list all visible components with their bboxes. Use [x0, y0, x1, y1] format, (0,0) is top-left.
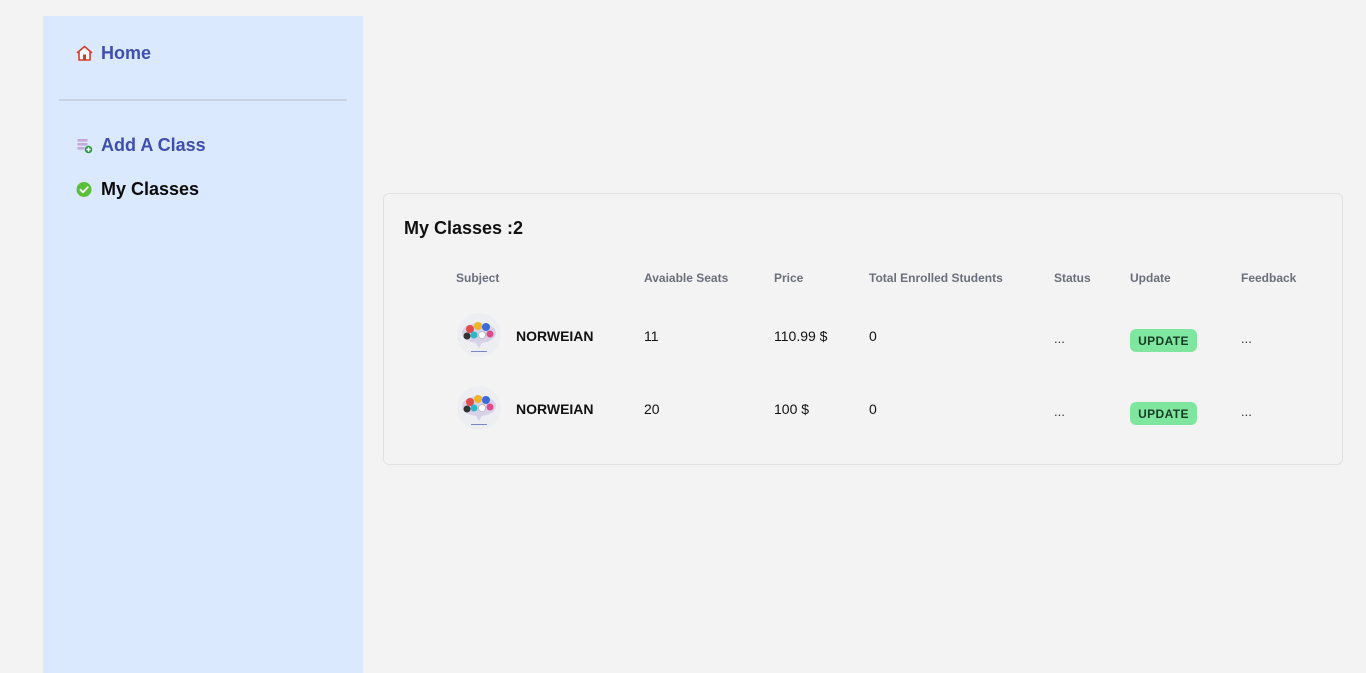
header-status: Status — [1054, 271, 1091, 285]
check-circle-icon — [76, 181, 93, 198]
nav-add-class-label: Add A Class — [101, 135, 206, 155]
header-subject: Subject — [456, 271, 500, 285]
feedback-value: ... — [1241, 331, 1252, 346]
feedback-value: ... — [1241, 404, 1252, 419]
subject-name: NORWEIAN — [516, 401, 594, 417]
sidebar: Home Add A Class My Classes — [43, 16, 363, 673]
header-feedback: Feedback — [1241, 271, 1297, 285]
sidebar-divider — [59, 99, 347, 101]
enrolled-students-value: 0 — [869, 401, 877, 417]
update-button[interactable]: UPDATE — [1130, 402, 1197, 425]
nav-my-classes-link[interactable]: My Classes — [76, 179, 199, 200]
price-value: 110.99 $ — [774, 328, 828, 344]
my-classes-card: My Classes :2 Subject Avaiable Seats Pri… — [383, 193, 1343, 465]
subject-thumbnail — [457, 313, 501, 357]
nav-home-link[interactable]: Home — [76, 43, 151, 64]
available-seats-value: 11 — [644, 328, 659, 344]
subject-thumbnail — [457, 386, 501, 430]
add-class-icon — [76, 137, 93, 154]
header-enrolled-students: Total Enrolled Students — [869, 271, 1003, 285]
available-seats-value: 20 — [644, 401, 660, 417]
page-title: My Classes :2 — [404, 218, 524, 238]
update-button[interactable]: UPDATE — [1130, 329, 1197, 352]
header-price: Price — [774, 271, 804, 285]
status-value: ... — [1054, 404, 1065, 419]
nav-home-label: Home — [101, 43, 152, 63]
header-available-seats: Avaiable Seats — [644, 271, 729, 285]
nav-my-classes-label: My Classes — [101, 179, 200, 199]
header-update: Update — [1130, 271, 1171, 285]
price-value: 100 $ — [774, 401, 810, 417]
home-icon — [76, 45, 93, 62]
nav-add-class-link[interactable]: Add A Class — [76, 135, 206, 156]
enrolled-students-value: 0 — [869, 328, 877, 344]
subject-name: NORWEIAN — [516, 328, 594, 344]
status-value: ... — [1054, 331, 1065, 346]
